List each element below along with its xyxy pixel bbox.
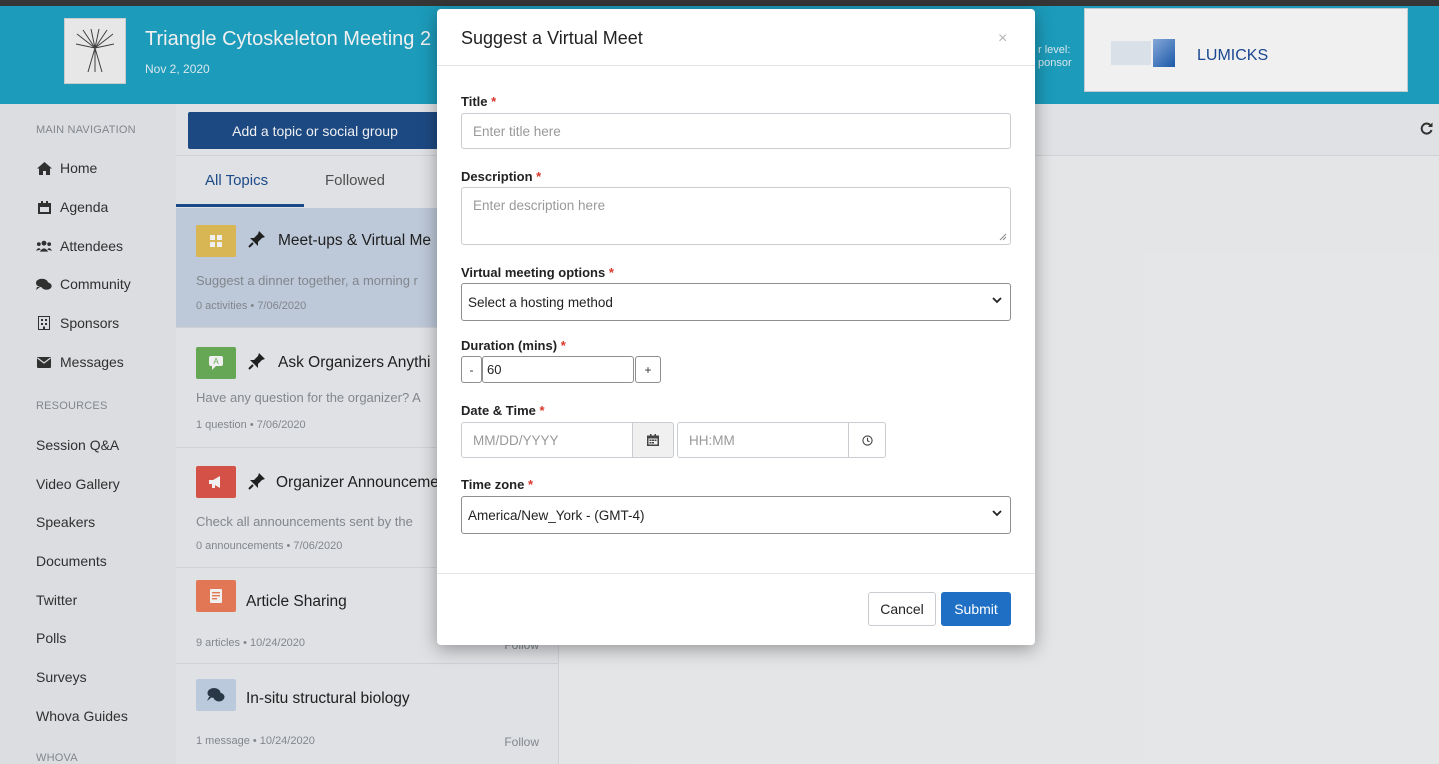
title-placeholder: Enter title here: [473, 123, 561, 139]
title-label-text: Title: [461, 94, 488, 109]
duration-label: Duration (mins) *: [461, 338, 566, 353]
duration-input[interactable]: 60: [482, 356, 634, 383]
calendar-icon: [647, 434, 659, 446]
close-icon[interactable]: ×: [998, 30, 1007, 48]
description-placeholder: Enter description here: [473, 198, 606, 213]
required-mark: *: [560, 338, 566, 353]
time-placeholder: HH:MM: [689, 432, 735, 448]
hosting-method-value: Select a hosting method: [468, 294, 613, 310]
submit-button[interactable]: Submit: [941, 592, 1011, 626]
hosting-method-select[interactable]: Select a hosting method: [461, 283, 1011, 321]
duration-increment-button[interactable]: +: [635, 356, 661, 383]
dialog-title: Suggest a Virtual Meet: [461, 28, 643, 48]
timezone-select[interactable]: America/New_York - (GMT-4): [461, 496, 1011, 534]
chevron-down-icon: [992, 297, 1002, 304]
duration-decrement-button[interactable]: -: [461, 356, 482, 383]
timezone-value: America/New_York - (GMT-4): [468, 507, 645, 523]
resize-grip-icon[interactable]: [999, 233, 1007, 241]
required-mark: *: [539, 403, 545, 418]
dialog-footer-divider: [437, 573, 1035, 574]
timezone-label-text: Time zone: [461, 477, 525, 492]
required-mark: *: [491, 94, 497, 109]
time-input[interactable]: HH:MM: [677, 422, 849, 458]
description-textarea[interactable]: Enter description here: [461, 187, 1011, 245]
virtual-options-label: Virtual meeting options *: [461, 265, 614, 280]
suggest-virtual-meet-dialog: Suggest a Virtual Meet × Title * Enter t…: [437, 9, 1035, 645]
timezone-label: Time zone *: [461, 477, 533, 492]
dialog-header-divider: [437, 65, 1035, 66]
date-placeholder: MM/DD/YYYY: [473, 432, 559, 448]
required-mark: *: [536, 169, 542, 184]
description-label: Description *: [461, 169, 541, 184]
duration-value: 60: [487, 362, 502, 377]
calendar-picker-button[interactable]: [632, 422, 674, 458]
duration-label-text: Duration (mins): [461, 338, 558, 353]
required-mark: *: [608, 265, 614, 280]
title-input[interactable]: Enter title here: [461, 113, 1011, 149]
datetime-label-text: Date & Time: [461, 403, 536, 418]
chevron-down-icon: [992, 510, 1002, 517]
cancel-button[interactable]: Cancel: [868, 592, 936, 626]
time-picker-button[interactable]: [848, 422, 886, 458]
description-label-text: Description: [461, 169, 533, 184]
datetime-label: Date & Time *: [461, 403, 545, 418]
required-mark: *: [527, 477, 534, 492]
date-input[interactable]: MM/DD/YYYY: [461, 422, 633, 458]
virtual-options-label-text: Virtual meeting options: [461, 265, 606, 280]
title-label: Title *: [461, 94, 496, 109]
clock-icon: [861, 434, 873, 446]
